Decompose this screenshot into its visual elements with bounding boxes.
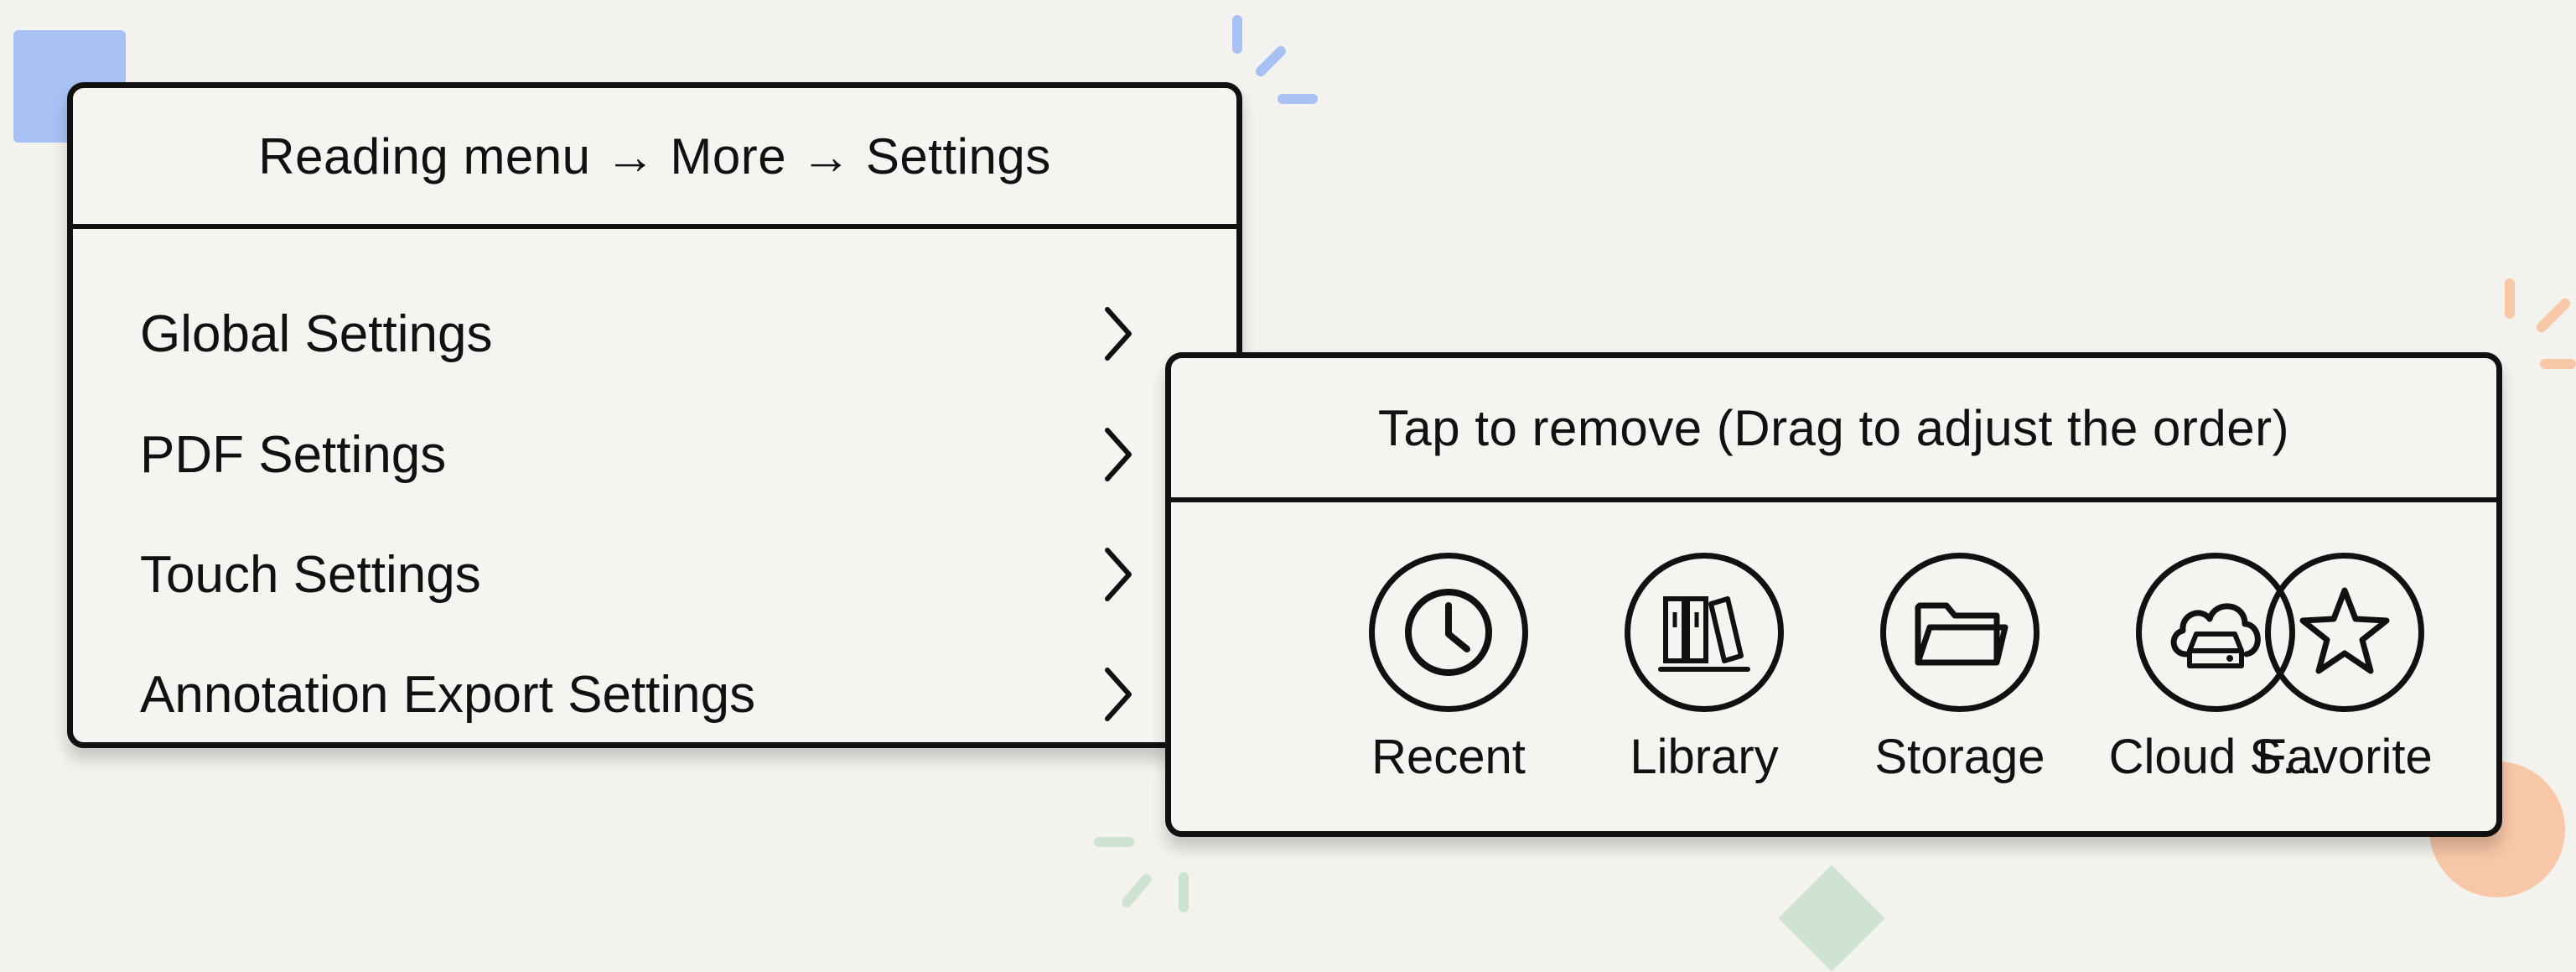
- shortcut-icon-circle: [1880, 553, 2040, 712]
- chevron-right-icon: [1105, 548, 1132, 601]
- decorative-spark: [1253, 44, 1288, 79]
- shortcut-recent[interactable]: Recent: [1323, 502, 1574, 785]
- decorative-spark: [1179, 872, 1189, 912]
- shortcut-label: Favorite: [2257, 730, 2433, 784]
- menu-item-global-settings[interactable]: Global Settings: [73, 279, 1236, 388]
- folder-icon: [1915, 602, 2008, 666]
- menu-item-annotation-export-settings[interactable]: Annotation Export Settings: [73, 640, 1236, 742]
- shortcut-icon-circle: [2265, 553, 2424, 712]
- books-icon: [1658, 596, 1750, 672]
- decorative-spark: [2505, 278, 2515, 319]
- shortcut-icon-circle: [1369, 553, 1528, 712]
- star-icon: [2299, 587, 2390, 674]
- clock-icon: [1405, 589, 1492, 676]
- shortcut-library[interactable]: Library: [1578, 502, 1830, 785]
- shortcut-list: Recent Library Storage Cloud S... Favori…: [1171, 502, 2496, 831]
- shortcut-favorite[interactable]: Favorite: [2219, 502, 2470, 785]
- shortcut-label: Storage: [1874, 730, 2045, 784]
- decorative-spark: [1278, 94, 1318, 104]
- menu-item-label: Global Settings: [140, 304, 493, 363]
- menu-item-pdf-settings[interactable]: PDF Settings: [73, 400, 1236, 509]
- menu-item-touch-settings[interactable]: Touch Settings: [73, 520, 1236, 629]
- chevron-right-icon: [1105, 668, 1132, 721]
- decorative-spark: [2534, 296, 2573, 335]
- settings-menu-title: Reading menu → More → Settings: [73, 88, 1236, 229]
- decorative-spark: [2540, 359, 2576, 369]
- decorative-diamond: [1778, 865, 1885, 972]
- shortcut-label: Recent: [1371, 730, 1526, 784]
- decorative-spark: [1094, 837, 1134, 847]
- shortcut-panel-title: Tap to remove (Drag to adjust the order): [1171, 358, 2496, 502]
- decorative-spark: [1232, 15, 1242, 54]
- settings-menu-panel: Reading menu → More → Settings Global Se…: [67, 82, 1242, 748]
- shortcut-label: Library: [1630, 730, 1779, 784]
- menu-item-label: Touch Settings: [140, 545, 481, 604]
- menu-item-label: PDF Settings: [140, 425, 447, 484]
- shortcut-icon-circle: [1625, 553, 1784, 712]
- menu-item-label: Annotation Export Settings: [140, 665, 756, 724]
- shortcut-panel: Tap to remove (Drag to adjust the order)…: [1165, 352, 2502, 837]
- decorative-spark: [1119, 871, 1154, 910]
- shortcut-storage[interactable]: Storage: [1834, 502, 2086, 785]
- chevron-right-icon: [1105, 307, 1132, 361]
- chevron-right-icon: [1105, 428, 1132, 481]
